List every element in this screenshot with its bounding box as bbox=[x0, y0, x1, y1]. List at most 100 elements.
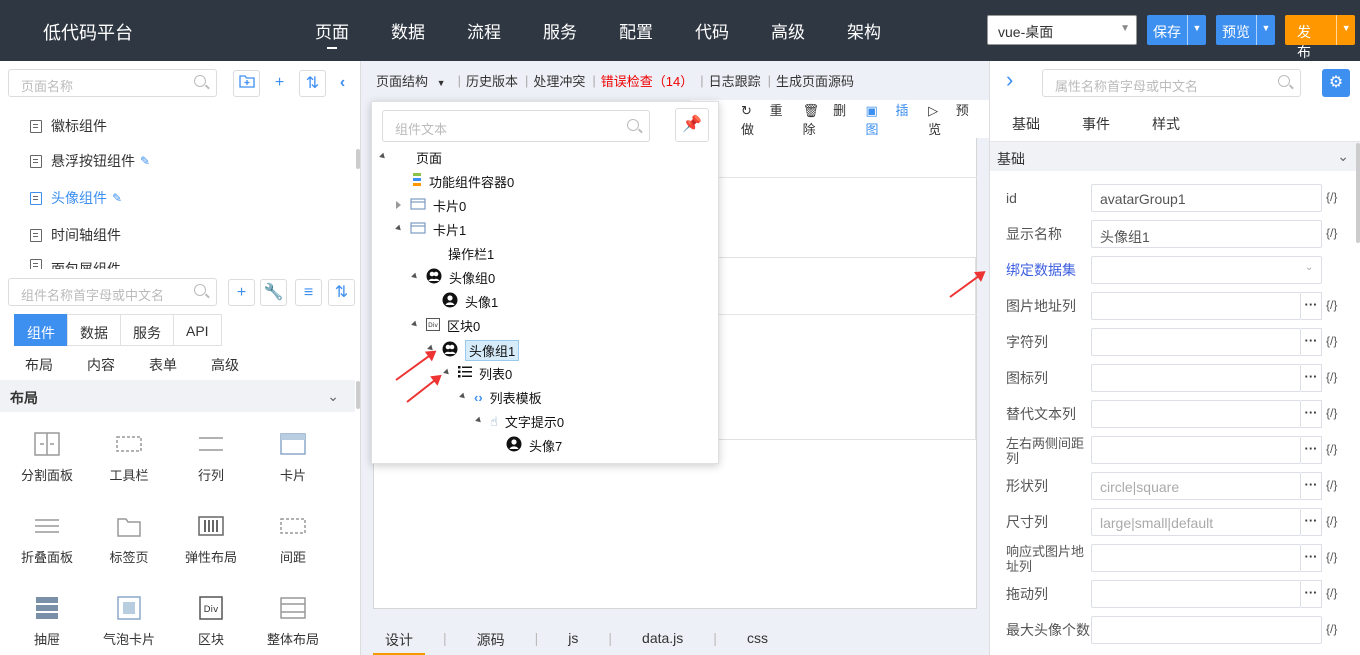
tab-data[interactable]: 数据 bbox=[67, 314, 121, 346]
prop-id-input[interactable]: avatarGroup1 bbox=[1091, 184, 1322, 212]
code-binding-icon[interactable]: {/} bbox=[1326, 586, 1337, 600]
env-select[interactable]: vue-桌面 ▼ bbox=[987, 15, 1137, 45]
code-binding-icon[interactable]: {/} bbox=[1326, 370, 1337, 384]
component-list-scrollbar[interactable] bbox=[356, 381, 360, 409]
tree-node[interactable]: ‹› 列表模板 bbox=[459, 388, 542, 407]
save-dropdown-icon[interactable]: ▼ bbox=[1188, 15, 1206, 45]
nav-service[interactable]: 服务 bbox=[543, 18, 619, 43]
publish-button[interactable]: 发布 ▼ bbox=[1285, 15, 1355, 60]
expand-icon[interactable] bbox=[411, 320, 419, 329]
component-drawer[interactable]: 抽屉 bbox=[6, 593, 88, 648]
more-button[interactable]: ··· bbox=[1301, 292, 1322, 320]
history-button[interactable]: 历史版本 bbox=[466, 71, 518, 90]
prop-input[interactable] bbox=[1091, 328, 1301, 356]
more-button[interactable]: ··· bbox=[1301, 436, 1322, 464]
page-structure-menu[interactable]: 页面结构 ▼ bbox=[376, 71, 451, 90]
tab-service[interactable]: 服务 bbox=[120, 314, 174, 346]
tree-node[interactable]: 功能组件容器0 bbox=[412, 172, 514, 191]
add-component-button[interactable]: + bbox=[228, 279, 255, 306]
nav-code[interactable]: 代码 bbox=[695, 18, 771, 43]
component-block[interactable]: Div 区块 bbox=[170, 593, 252, 648]
page-item[interactable]: 面包屑组件 bbox=[30, 259, 121, 269]
more-button[interactable]: ··· bbox=[1301, 472, 1322, 500]
tab-source[interactable]: 源码 bbox=[465, 627, 517, 655]
component-tabs[interactable]: 标签页 bbox=[88, 511, 170, 566]
prop-input[interactable] bbox=[1091, 544, 1301, 572]
more-button[interactable]: ··· bbox=[1301, 508, 1322, 536]
save-button[interactable]: 保存 ▼ bbox=[1147, 15, 1206, 45]
conflict-button[interactable]: 处理冲突 bbox=[533, 71, 585, 90]
subtab-form[interactable]: 表单 bbox=[149, 355, 177, 375]
page-item[interactable]: 徽标组件 bbox=[30, 116, 107, 136]
tree-node[interactable]: 列表0 bbox=[443, 364, 512, 383]
basic-section-header[interactable]: 基础 ⌄ bbox=[990, 141, 1360, 171]
tab-api[interactable]: API bbox=[173, 314, 222, 346]
more-button[interactable]: ··· bbox=[1301, 364, 1322, 392]
generate-source-button[interactable]: 生成页面源码 bbox=[776, 71, 854, 90]
nav-page[interactable]: 页面 bbox=[315, 18, 391, 49]
tree-node-page[interactable]: 页面 bbox=[379, 148, 442, 167]
expand-icon[interactable] bbox=[459, 392, 467, 401]
component-flex[interactable]: 弹性布局 bbox=[170, 511, 252, 566]
canvas-card-block[interactable] bbox=[714, 257, 976, 440]
expand-icon[interactable] bbox=[411, 272, 419, 281]
code-binding-icon[interactable]: {/} bbox=[1326, 190, 1337, 204]
prop-input[interactable]: large|small|default bbox=[1091, 508, 1301, 536]
nav-architecture[interactable]: 架构 bbox=[847, 18, 923, 43]
collapsed-icon[interactable] bbox=[396, 201, 401, 209]
code-binding-icon[interactable]: {/} bbox=[1326, 298, 1337, 312]
prop-input[interactable] bbox=[1091, 616, 1322, 644]
sort-pages-button[interactable]: ⇅ bbox=[299, 70, 326, 97]
tab-style[interactable]: 样式 bbox=[1152, 114, 1180, 134]
more-button[interactable]: ··· bbox=[1301, 328, 1322, 356]
log-trace-button[interactable]: 日志跟踪 bbox=[709, 71, 761, 90]
pencil-icon[interactable]: ✎ bbox=[140, 154, 150, 168]
tab-js[interactable]: js bbox=[556, 627, 590, 655]
tree-node[interactable]: Div 区块0 bbox=[411, 316, 480, 335]
component-search-input[interactable]: 组件名称首字母或中文名 bbox=[8, 278, 217, 306]
more-button[interactable]: ··· bbox=[1301, 580, 1322, 608]
page-search-input[interactable]: 页面名称 bbox=[8, 69, 217, 97]
tree-node[interactable]: 卡片0 bbox=[396, 196, 466, 215]
subtab-layout[interactable]: 布局 bbox=[25, 355, 53, 375]
tab-data-js[interactable]: data.js bbox=[630, 627, 695, 655]
new-folder-button[interactable] bbox=[233, 70, 260, 97]
component-popover-card[interactable]: 气泡卡片 bbox=[88, 593, 170, 648]
nav-advanced[interactable]: 高级 bbox=[771, 18, 847, 43]
component-card[interactable]: 卡片 bbox=[252, 429, 334, 484]
pencil-icon[interactable]: ✎ bbox=[112, 191, 122, 205]
canvas-preview-button[interactable]: ▷ 预览 bbox=[928, 100, 975, 138]
tab-components[interactable]: 组件 bbox=[14, 314, 68, 346]
prop-input[interactable] bbox=[1091, 400, 1301, 428]
preview-dropdown-icon[interactable]: ▼ bbox=[1257, 15, 1275, 45]
code-binding-icon[interactable]: {/} bbox=[1326, 406, 1337, 420]
property-search-input[interactable]: 属性名称首字母或中文名 bbox=[1042, 69, 1301, 97]
prop-dataset-select[interactable] bbox=[1091, 256, 1322, 284]
prop-input[interactable] bbox=[1091, 580, 1301, 608]
tree-node[interactable]: 头像7 bbox=[506, 436, 562, 455]
code-binding-icon[interactable]: {/} bbox=[1326, 514, 1337, 528]
add-page-button[interactable]: + bbox=[266, 70, 293, 97]
component-overall-layout[interactable]: 整体布局 bbox=[252, 593, 334, 648]
wrench-button[interactable]: 🔧 bbox=[260, 279, 287, 306]
tree-node[interactable]: 操作栏1 bbox=[448, 244, 494, 263]
prop-input[interactable] bbox=[1091, 292, 1301, 320]
tree-node[interactable]: 头像1 bbox=[442, 292, 498, 311]
tab-css[interactable]: css bbox=[735, 627, 780, 655]
tree-node[interactable]: 头像组0 bbox=[411, 268, 495, 287]
insert-image-button[interactable]: ▣ 插图 bbox=[866, 100, 915, 138]
code-binding-icon[interactable]: {/} bbox=[1326, 622, 1337, 636]
code-binding-icon[interactable]: {/} bbox=[1326, 334, 1337, 348]
collapse-left-button[interactable]: ‹ bbox=[329, 70, 356, 97]
nav-flow[interactable]: 流程 bbox=[467, 18, 543, 43]
subtab-content[interactable]: 内容 bbox=[87, 355, 115, 375]
tab-design[interactable]: 设计 bbox=[373, 627, 425, 655]
more-button[interactable]: ··· bbox=[1301, 544, 1322, 572]
tree-node-selected[interactable]: 头像组1 bbox=[427, 340, 520, 361]
prop-display-name-input[interactable]: 头像组1 bbox=[1091, 220, 1322, 248]
tab-events[interactable]: 事件 bbox=[1082, 114, 1110, 134]
indent-button[interactable]: ≡ bbox=[295, 279, 322, 306]
tree-search-input[interactable]: 组件文本 bbox=[382, 110, 650, 142]
prop-input[interactable] bbox=[1091, 364, 1301, 392]
expand-icon[interactable] bbox=[443, 368, 451, 377]
